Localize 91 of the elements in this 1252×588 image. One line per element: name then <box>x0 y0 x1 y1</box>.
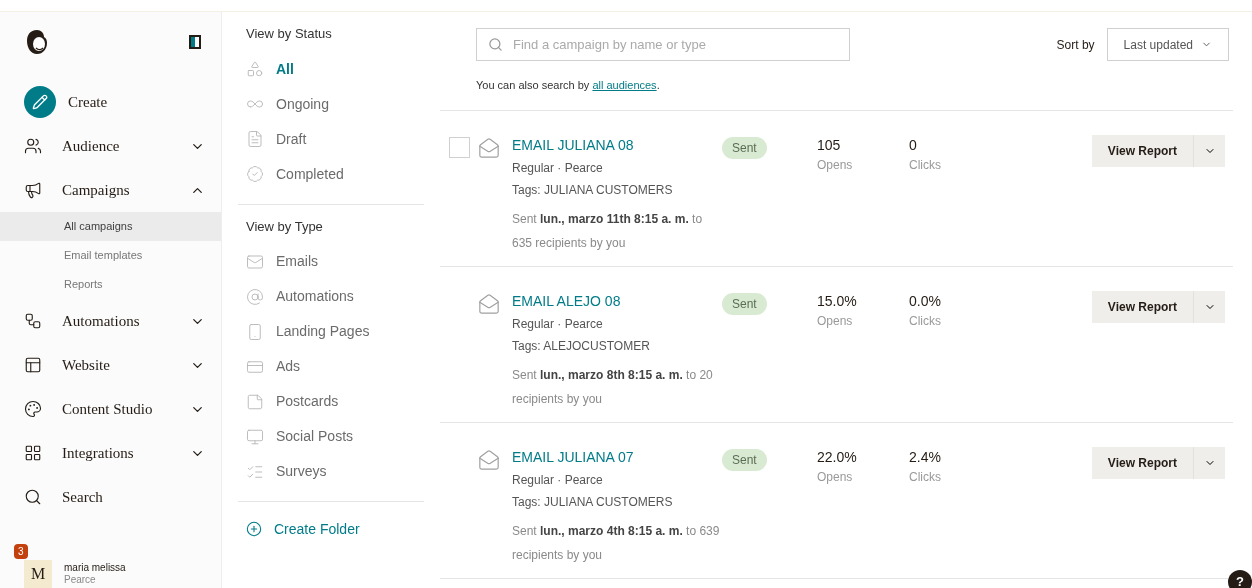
shapes-icon <box>246 60 264 78</box>
people-icon <box>24 137 42 155</box>
campaign-tags: Tags: ALEJOCUSTOMER <box>512 336 722 355</box>
envelope-icon <box>478 136 500 159</box>
clicks-label: Clicks <box>909 312 942 330</box>
filter-item[interactable]: Emails <box>222 244 440 279</box>
filter-item[interactable]: Surveys <box>222 454 440 489</box>
campaign-meta: Regular · Pearce <box>512 315 604 333</box>
plus-circle-icon <box>246 521 262 537</box>
user-name: maria melissa <box>64 561 126 574</box>
search-hint: You can also search by all audiences. <box>476 78 661 93</box>
opens-label: Opens <box>817 312 854 330</box>
more-options-button[interactable] <box>1193 446 1225 479</box>
sort-label: Sort by <box>1056 37 1095 54</box>
workflow-icon <box>24 312 42 330</box>
nav-item[interactable]: Audience <box>0 124 221 168</box>
nav-item[interactable]: Search <box>0 475 221 519</box>
campaign-title[interactable]: EMAIL JULIANA 07 <box>512 446 722 467</box>
view-report-button[interactable]: View Report <box>1091 446 1193 479</box>
envelope-icon <box>478 292 500 315</box>
status-badge: Sent <box>722 448 767 471</box>
create-button[interactable]: Create <box>0 80 221 124</box>
filter-item[interactable]: All <box>222 51 440 87</box>
campaign-meta: Regular · Pearce <box>512 159 604 177</box>
filter-item[interactable]: Landing Pages <box>222 314 440 349</box>
palette-icon <box>24 400 42 418</box>
view-report-button[interactable]: View Report <box>1091 290 1193 323</box>
megaphone-icon <box>24 181 42 199</box>
monitor-icon <box>246 427 264 446</box>
clicks-label: Clicks <box>909 156 942 174</box>
nav-item[interactable]: Campaigns <box>0 168 221 212</box>
search-icon <box>488 37 503 52</box>
subnav-item[interactable]: All campaigns <box>0 212 221 241</box>
opens-label: Opens <box>817 468 854 486</box>
campaign-tags: Tags: JULIANA CUSTOMERS <box>512 492 722 511</box>
opens-value: 15.0% <box>817 291 858 311</box>
subnav-item[interactable]: Email templates <box>0 241 221 270</box>
filter-item[interactable]: Social Posts <box>222 419 440 454</box>
more-options-button[interactable] <box>1193 134 1225 167</box>
filter-item[interactable]: Ads <box>222 349 440 384</box>
at-sign-icon <box>246 287 264 306</box>
notification-badge: 3 <box>14 544 28 559</box>
campaign-meta: Regular · Pearce <box>512 471 604 489</box>
envelope-icon <box>246 252 264 271</box>
create-folder-button[interactable]: Create Folder <box>222 514 440 544</box>
search-field[interactable]: Find a campaign by name or type <box>476 28 850 61</box>
row-checkbox[interactable] <box>448 136 470 158</box>
clicks-value: 0.0% <box>909 291 942 311</box>
campaign-tags: Tags: JULIANA CUSTOMERS <box>512 180 722 199</box>
nav-item[interactable]: Website <box>0 343 221 387</box>
nav-item[interactable]: Integrations <box>0 431 221 475</box>
subnav-item[interactable]: Reports <box>0 270 221 299</box>
sidebar-toggle-icon[interactable] <box>189 35 201 49</box>
opens-label: Opens <box>817 156 854 174</box>
browser-icon <box>24 356 42 374</box>
filter-item[interactable]: Ongoing <box>222 86 440 122</box>
filter-item[interactable]: Automations <box>222 279 440 314</box>
campaign-title[interactable]: EMAIL ALEJO 08 <box>512 290 722 311</box>
filter-item[interactable]: Draft <box>222 121 440 157</box>
clicks-value: 0 <box>909 135 918 155</box>
nav-item[interactable]: Automations <box>0 299 221 343</box>
envelope-icon <box>478 448 500 471</box>
search-icon <box>24 488 42 506</box>
section-heading: View by Status <box>245 25 333 43</box>
status-badge: Sent <box>722 136 767 159</box>
sort-dropdown[interactable]: Last updated <box>1106 28 1229 61</box>
user-avatar[interactable]: M <box>24 560 52 588</box>
sent-info: Sent lun., marzo 11th 8:15 a. m. to 635 recipients by you <box>512 210 704 252</box>
phone-icon <box>246 322 264 341</box>
grid-icon <box>24 444 42 462</box>
clicks-label: Clicks <box>909 468 942 486</box>
status-badge: Sent <box>722 292 767 315</box>
all-audiences-link[interactable]: all audiences <box>592 79 657 91</box>
note-icon <box>246 392 264 411</box>
more-options-button[interactable] <box>1193 290 1225 323</box>
opens-value: 105 <box>817 135 842 155</box>
filter-item[interactable]: Completed <box>222 156 440 192</box>
pencil-icon <box>24 86 56 118</box>
nav-item[interactable]: Content Studio <box>0 387 221 431</box>
clicks-value: 2.4% <box>909 447 942 467</box>
check-badge-icon <box>246 165 264 183</box>
sent-info: Sent lun., marzo 4th 8:15 a. m. to 639 recipients by you <box>512 522 721 564</box>
sent-info: Sent lun., marzo 8th 8:15 a. m. to 20 recipients by you <box>512 366 714 408</box>
help-button[interactable]: ? <box>1228 570 1252 588</box>
campaign-title[interactable]: EMAIL JULIANA 08 <box>512 134 722 155</box>
section-heading: View by Type <box>245 217 324 236</box>
opens-value: 22.0% <box>817 447 858 467</box>
filter-item[interactable]: Postcards <box>222 384 440 419</box>
user-org: Pearce <box>64 574 97 587</box>
view-report-button[interactable]: View Report <box>1091 134 1193 167</box>
document-icon <box>246 130 264 148</box>
